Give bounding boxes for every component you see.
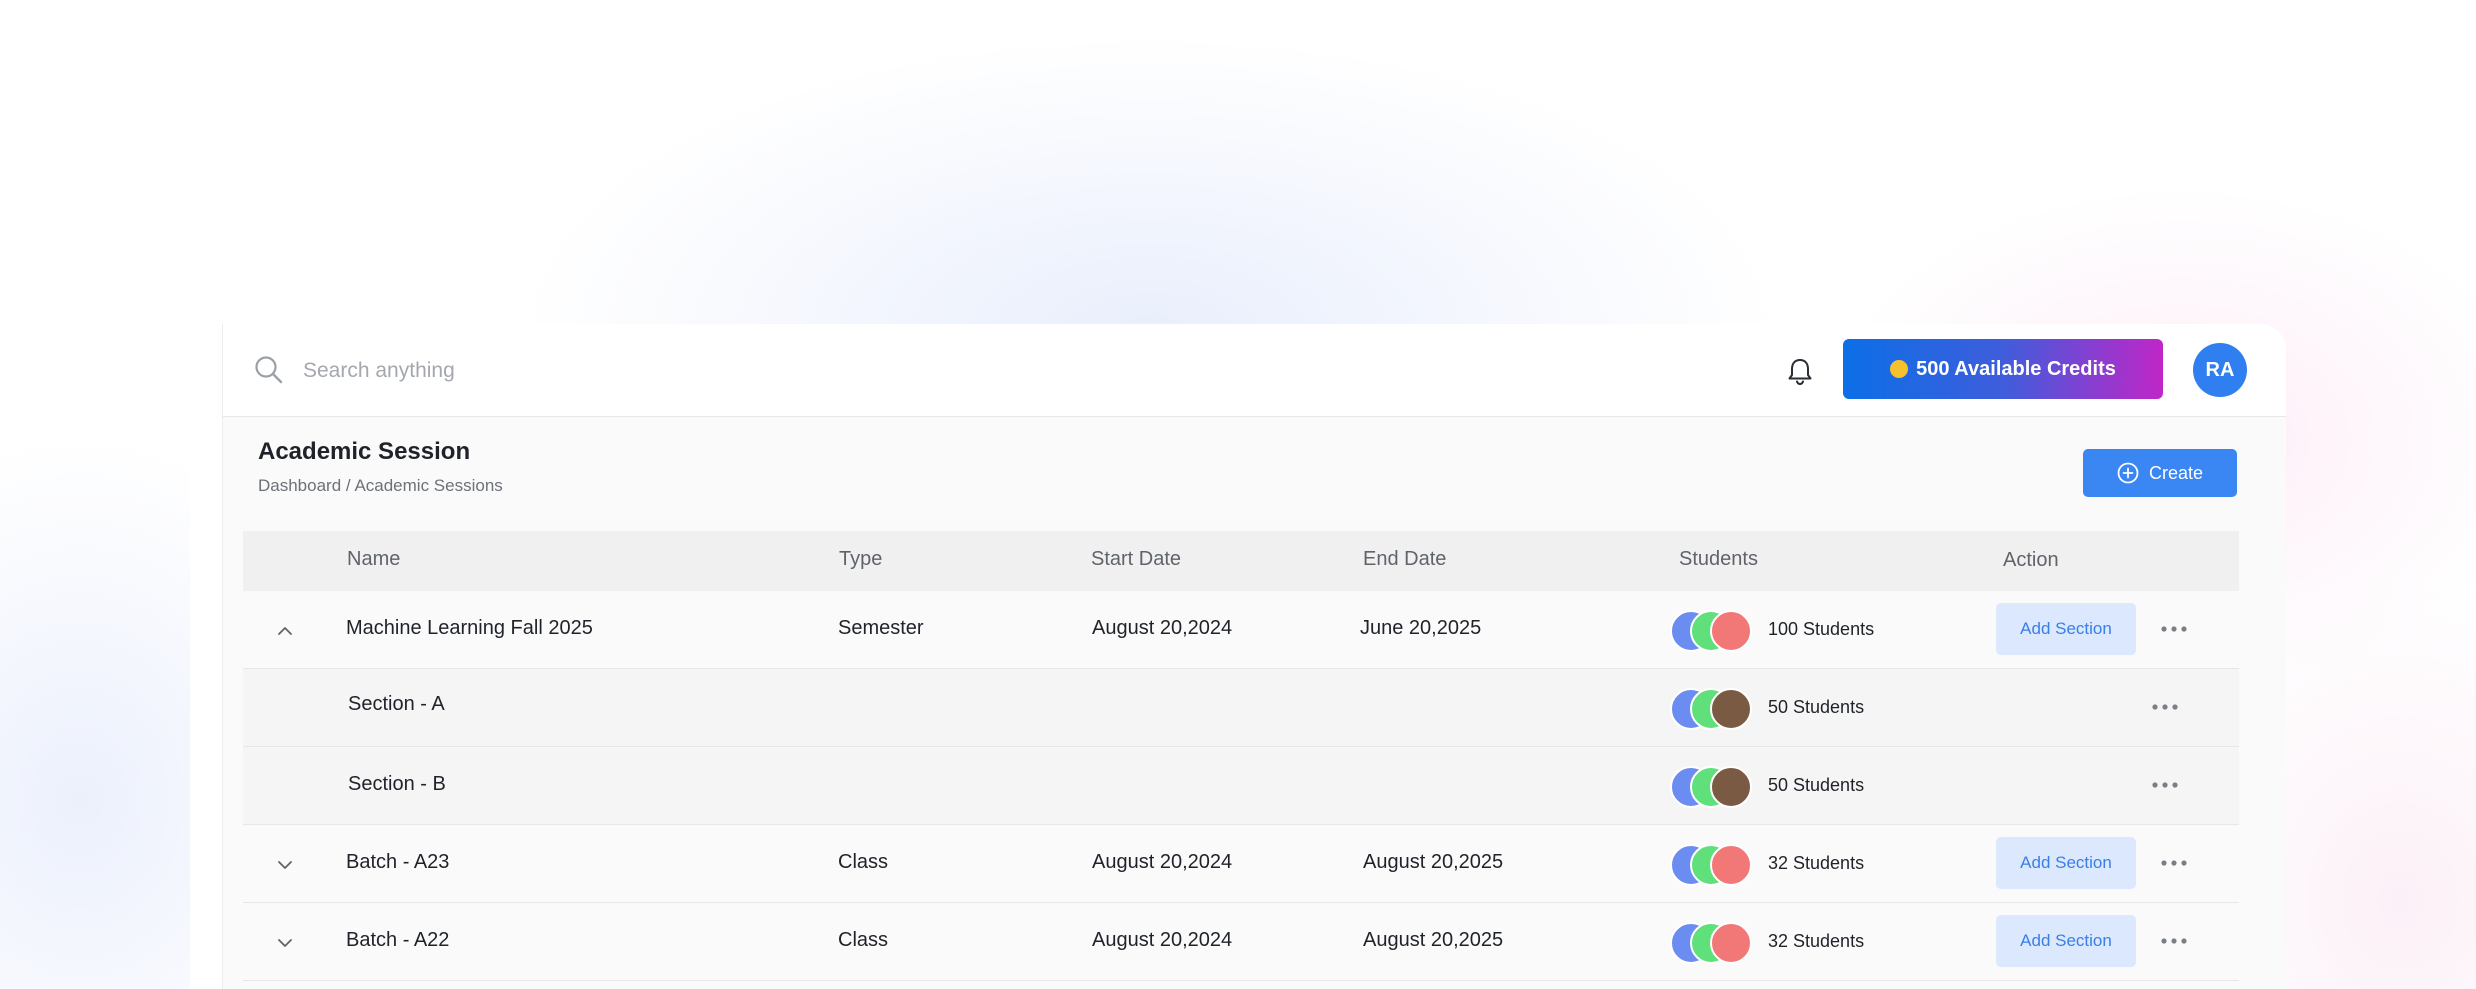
student-avatar — [1710, 844, 1752, 886]
more-horizontal-icon[interactable] — [2158, 929, 2190, 953]
more-horizontal-icon[interactable] — [2158, 851, 2190, 875]
column-header-start-date: Start Date — [1091, 548, 1182, 570]
chevron-down-icon[interactable] — [273, 853, 297, 877]
user-avatar[interactable]: RA — [2193, 343, 2247, 397]
student-avatars — [1670, 844, 1756, 886]
student-count: 32 Students — [1768, 853, 1865, 873]
student-count: 50 Students — [1768, 775, 1865, 795]
student-count: 100 Students — [1768, 619, 1875, 639]
more-horizontal-icon[interactable] — [2149, 695, 2181, 719]
plus-circle-icon — [2117, 462, 2139, 484]
chevron-up-icon[interactable] — [273, 619, 297, 643]
column-header-end-date: End Date — [1363, 548, 1447, 570]
sessions-table: Name Type Start Date End Date Students A… — [243, 531, 2239, 981]
row-end-date: August 20,2025 — [1363, 851, 1504, 873]
add-section-button[interactable]: Add Section — [1996, 603, 2136, 655]
student-count: 32 Students — [1768, 931, 1865, 951]
more-horizontal-icon[interactable] — [2158, 617, 2190, 641]
student-avatar — [1710, 610, 1752, 652]
column-header-action: Action — [2003, 549, 2059, 571]
student-avatars — [1670, 922, 1756, 964]
breadcrumb-dashboard-link[interactable]: Dashboard — [258, 476, 341, 495]
student-count: 50 Students — [1768, 697, 1865, 717]
row-name: Batch - A23 — [346, 851, 450, 873]
available-credits-button[interactable]: 500 Available Credits — [1843, 339, 2163, 399]
create-button[interactable]: Create — [2083, 449, 2237, 497]
table-row-section[interactable]: Section - A 50 Students — [243, 669, 2239, 747]
student-avatars — [1670, 688, 1756, 730]
table-row-section[interactable]: Section - B 50 Students — [243, 747, 2239, 825]
credits-label: 500 Available Credits — [1916, 357, 2116, 380]
row-end-date: June 20,2025 — [1360, 617, 1482, 639]
row-type: Semester — [838, 617, 924, 639]
row-type: Class — [838, 929, 889, 951]
page-title: Academic Session — [258, 438, 471, 465]
column-header-name: Name — [347, 548, 401, 570]
bell-icon[interactable] — [1783, 354, 1817, 388]
row-start-date: August 20,2024 — [1092, 617, 1233, 639]
section-name: Section - A — [348, 693, 445, 715]
chevron-down-icon[interactable] — [273, 931, 297, 955]
search-input[interactable] — [301, 348, 1005, 394]
table-row[interactable]: Batch - A23 Class August 20,2024 August … — [243, 825, 2239, 903]
breadcrumb-separator: / — [345, 476, 351, 495]
table-row[interactable]: Machine Learning Fall 2025 Semester Augu… — [243, 591, 2239, 669]
breadcrumb-current: Academic Sessions — [354, 476, 503, 495]
table-row[interactable]: Batch - A22 Class August 20,2024 August … — [243, 903, 2239, 981]
create-label: Create — [2148, 462, 2204, 483]
coin-icon — [1890, 360, 1909, 378]
student-avatars — [1670, 610, 1756, 652]
column-header-type: Type — [839, 548, 883, 570]
row-name: Machine Learning Fall 2025 — [346, 617, 593, 639]
student-avatars — [1670, 766, 1756, 808]
top-bar: 500 Available Credits RA — [223, 324, 2286, 417]
row-start-date: August 20,2024 — [1092, 851, 1233, 873]
student-avatar — [1710, 922, 1752, 964]
breadcrumb: Dashboard / Academic Sessions — [258, 476, 503, 496]
sidebar — [190, 324, 223, 989]
section-name: Section - B — [348, 773, 446, 795]
more-horizontal-icon[interactable] — [2149, 773, 2181, 797]
student-avatar — [1710, 766, 1752, 808]
avatar-initials: RA — [2205, 358, 2235, 381]
add-section-button[interactable]: Add Section — [1996, 915, 2136, 967]
search-icon — [255, 356, 283, 384]
app-window: 500 Available Credits RA Academic Sessio… — [190, 324, 2286, 989]
add-section-button[interactable]: Add Section — [1996, 837, 2136, 889]
row-name: Batch - A22 — [346, 929, 450, 951]
table-header: Name Type Start Date End Date Students A… — [243, 531, 2239, 591]
student-avatar — [1710, 688, 1752, 730]
row-type: Class — [838, 851, 889, 873]
row-start-date: August 20,2024 — [1092, 929, 1233, 951]
column-header-students: Students — [1679, 548, 1758, 570]
row-end-date: August 20,2025 — [1363, 929, 1504, 951]
